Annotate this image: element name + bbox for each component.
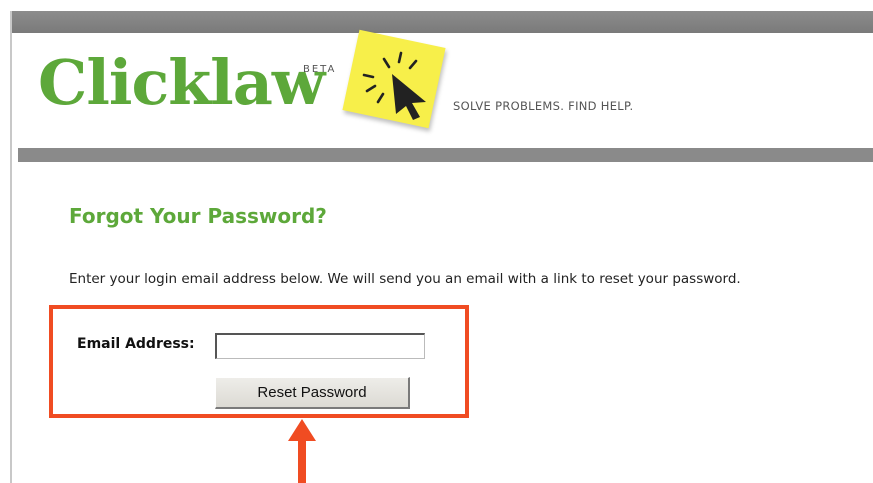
header-divider-bar xyxy=(18,148,873,162)
email-label: Email Address: xyxy=(77,336,195,352)
email-field[interactable] xyxy=(215,333,425,359)
reset-password-button[interactable]: Reset Password xyxy=(215,377,410,409)
tagline: SOLVE PROBLEMS. FIND HELP. xyxy=(453,99,634,113)
clicklaw-logo[interactable]: Clicklaw xyxy=(38,48,325,118)
beta-label: BETA xyxy=(303,64,337,75)
up-arrow-icon xyxy=(288,419,316,483)
left-border xyxy=(10,11,12,483)
instructions-text: Enter your login email address below. We… xyxy=(69,271,741,287)
cursor-sticky-note-icon xyxy=(362,51,426,120)
page-title: Forgot Your Password? xyxy=(69,204,327,228)
page: Clicklaw BETA SOLVE PROBLEMS. FIND HELP.… xyxy=(0,0,873,483)
top-header-bar xyxy=(12,11,873,33)
